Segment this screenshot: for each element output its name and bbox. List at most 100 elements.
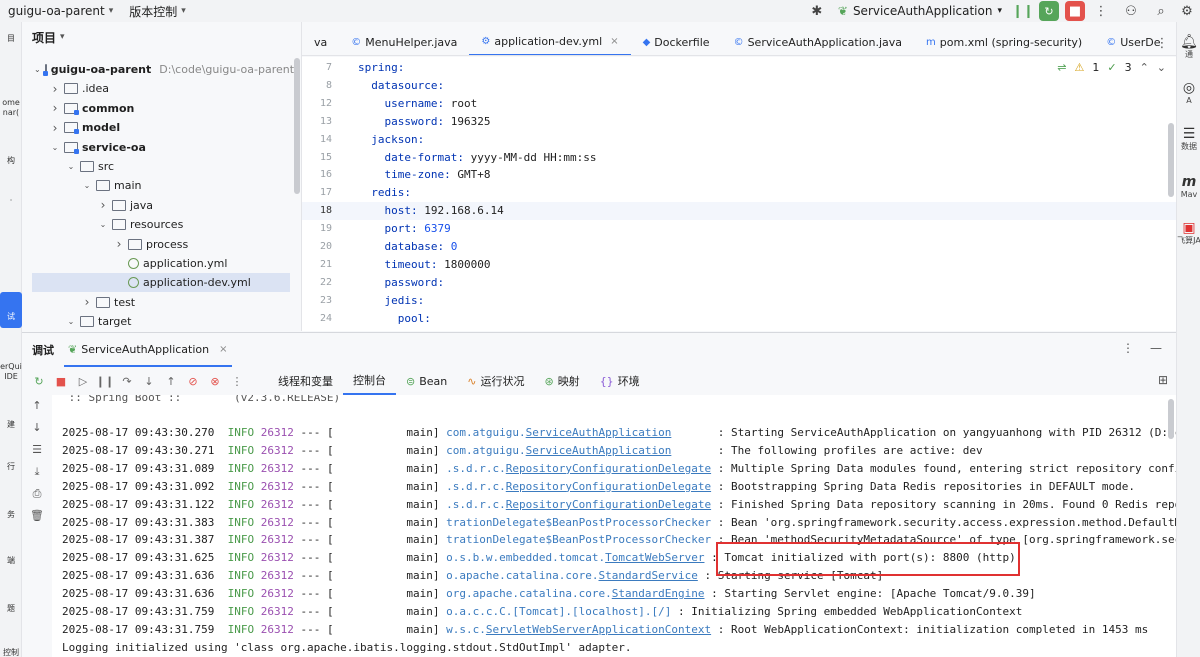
tab-console[interactable]: 控制台 <box>343 367 396 395</box>
soft-wrap-icon[interactable]: ☰ <box>22 439 52 461</box>
tab-environment[interactable]: {} 环境 <box>590 367 650 395</box>
chevron-right-icon[interactable]: › <box>98 198 108 212</box>
chevron-right-icon[interactable]: › <box>114 237 124 251</box>
tree-item[interactable]: › model <box>22 118 282 137</box>
breakpoints-icon[interactable]: ⊘ <box>182 371 204 391</box>
chevron-down-icon[interactable]: ⌄ <box>66 317 76 326</box>
chevron-down-icon[interactable]: ⌄ <box>66 162 76 171</box>
chevron-down-icon[interactable]: ⌄ <box>34 65 41 74</box>
trash-icon[interactable]: 🗑︎ <box>22 505 52 527</box>
tree-item[interactable]: ⌄ guigu-oa-parent D:\code\guigu-oa-parent <box>22 60 294 79</box>
run-tool[interactable]: 行 <box>0 462 22 472</box>
logger-class-link[interactable]: RepositoryConfigurationDelegate <box>506 498 711 511</box>
step-over-icon[interactable]: ↷ <box>116 371 138 391</box>
more-icon[interactable]: ⋮ <box>1122 341 1134 355</box>
editor-tab[interactable]: ⚙ application-dev.yml × <box>469 30 631 55</box>
console-scrollbar[interactable] <box>1168 399 1174 439</box>
log-logger[interactable]: o.a.c.c.C.[Tomcat].[localhost].[/] <box>446 605 671 618</box>
chevron-down-icon[interactable]: ⌄ <box>98 220 108 229</box>
rerun-button[interactable]: ↻ <box>1036 0 1062 22</box>
tree-item[interactable]: › .idea <box>22 79 282 98</box>
tree-item[interactable]: ⌄ main <box>22 176 282 195</box>
layout-icon[interactable]: ⊞ <box>1158 373 1168 387</box>
log-logger[interactable]: .s.d.r.c.RepositoryConfigurationDelegate <box>446 462 711 475</box>
editor-scrollbar[interactable] <box>1168 123 1174 197</box>
tab-mappings[interactable]: ⊛ 映射 <box>534 367 589 395</box>
logger-class-link[interactable]: StandardService <box>599 569 698 582</box>
tree-item[interactable]: ⌄ target <box>22 312 282 331</box>
maven-tool[interactable]: m Mav <box>1177 174 1200 200</box>
more-tool[interactable]: · <box>0 196 22 206</box>
tree-scrollbar[interactable] <box>294 58 300 194</box>
chevron-down-icon[interactable]: ⌄ <box>82 181 92 190</box>
log-logger[interactable]: trationDelegate$BeanPostProcessorChecker <box>446 516 711 529</box>
build-tool[interactable]: 建 <box>0 420 22 430</box>
scroll-down-icon[interactable]: ↓ <box>22 417 52 439</box>
tool-item[interactable]: erQui IDE <box>0 362 22 382</box>
tree-item[interactable]: ⌄ service-oa <box>22 138 282 157</box>
mute-breakpoints-icon[interactable]: ⊗ <box>204 371 226 391</box>
debug-session-tab[interactable]: ❦ ServiceAuthApplication × <box>64 333 232 367</box>
problems-tool[interactable]: 题 <box>0 604 22 614</box>
log-logger[interactable]: .s.d.r.c.RepositoryConfigurationDelegate <box>446 498 711 511</box>
print-icon[interactable]: ⎙ <box>22 483 52 505</box>
tree-item[interactable]: › common <box>22 99 282 118</box>
tool-item[interactable]: ome nar( <box>0 98 22 118</box>
tree-item[interactable]: ⌄ resources <box>22 215 282 234</box>
chevron-right-icon[interactable]: › <box>82 295 92 309</box>
tree-item[interactable]: application-dev.yml <box>32 273 290 293</box>
console-output[interactable]: :: Spring Boot :: (v2.3.6.RELEASE) 2025-… <box>52 395 1176 657</box>
search-icon[interactable]: ⌕ <box>1148 0 1174 22</box>
logger-class-link[interactable]: ServiceAuthApplication <box>526 426 672 439</box>
logger-class-link[interactable]: TomcatWebServer <box>605 551 704 564</box>
chevron-down-icon[interactable]: ⌄ <box>50 143 60 152</box>
close-icon[interactable]: × <box>610 36 618 47</box>
tabs-more-icon[interactable]: ⋮ <box>1148 30 1176 56</box>
step-into-icon[interactable]: ↓ <box>138 371 160 391</box>
prev-highlight-icon[interactable]: ⌃ <box>1140 61 1149 74</box>
tree-item[interactable]: ⌄ src <box>22 157 282 176</box>
log-logger[interactable]: w.s.c.ServletWebServerApplicationContext <box>446 623 711 636</box>
stop-icon[interactable]: ■ <box>50 371 72 391</box>
project-tool[interactable]: 目 <box>0 34 22 44</box>
tree-item[interactable]: application.yml <box>22 254 282 273</box>
step-out-icon[interactable]: ↑ <box>160 371 182 391</box>
tab-threads[interactable]: 线程和变量 <box>268 367 343 395</box>
notifications-tool[interactable]: 🔔︎ 通 <box>1177 34 1200 60</box>
tree-item[interactable]: › process <box>22 235 282 254</box>
chevron-right-icon[interactable]: › <box>50 82 60 96</box>
rerun-icon[interactable]: ↻ <box>28 371 50 391</box>
pause-icon[interactable]: ❙❙ <box>94 371 116 391</box>
next-highlight-icon[interactable]: ⌄ <box>1157 61 1166 74</box>
logger-class-link[interactable]: ServletWebServerApplicationContext <box>486 623 711 636</box>
database-tool[interactable]: ☰ 数据 <box>1177 126 1200 152</box>
editor-tab[interactable]: va <box>302 30 339 55</box>
ai-tool[interactable]: ◎ A <box>1177 80 1200 106</box>
tree-item[interactable]: › test <box>22 293 282 312</box>
bug-icon[interactable]: ✱ <box>804 0 830 22</box>
scroll-up-icon[interactable]: ↑ <box>22 395 52 417</box>
chevron-right-icon[interactable]: › <box>50 101 60 115</box>
structure-tool[interactable]: 构 <box>0 156 22 166</box>
inspection-widget[interactable]: ⇌ ⚠ 1 ✓ 3 ⌃ ⌄ <box>1057 61 1166 74</box>
editor-tab[interactable]: m pom.xml (spring-security) <box>914 30 1094 55</box>
close-icon[interactable]: × <box>219 344 227 355</box>
log-logger[interactable]: o.apache.catalina.core.StandardService <box>446 569 698 582</box>
stop-button[interactable]: ■ <box>1062 0 1088 22</box>
services-tool[interactable]: 务 <box>0 510 22 520</box>
tab-bean[interactable]: ⊜ Bean <box>396 367 457 395</box>
log-logger[interactable]: com.atguigu.ServiceAuthApplication <box>446 444 671 457</box>
logger-class-link[interactable]: StandardEngine <box>612 587 705 600</box>
log-logger[interactable]: org.apache.catalina.core.StandardEngine <box>446 587 704 600</box>
tab-health[interactable]: ∿ 运行状况 <box>457 367 534 395</box>
logger-class-link[interactable]: RepositoryConfigurationDelegate <box>506 462 711 475</box>
editor-tab[interactable]: © ServiceAuthApplication.java <box>722 30 914 55</box>
log-logger[interactable]: o.s.b.w.embedded.tomcat.TomcatWebServer <box>446 551 704 564</box>
feisuan-tool[interactable]: ▣ 飞算JA <box>1177 220 1200 246</box>
vcs-tool[interactable]: 控制 <box>0 648 22 657</box>
scroll-to-end-icon[interactable]: ⤓ <box>22 461 52 483</box>
more-icon[interactable]: ⋮ <box>226 371 248 391</box>
debug-tool[interactable]: 试 <box>0 292 22 328</box>
code-editor[interactable]: 7 spring: 8 datasource: 12 username: root 13… <box>302 57 1176 331</box>
settings-icon[interactable]: ⚙ <box>1174 0 1200 22</box>
